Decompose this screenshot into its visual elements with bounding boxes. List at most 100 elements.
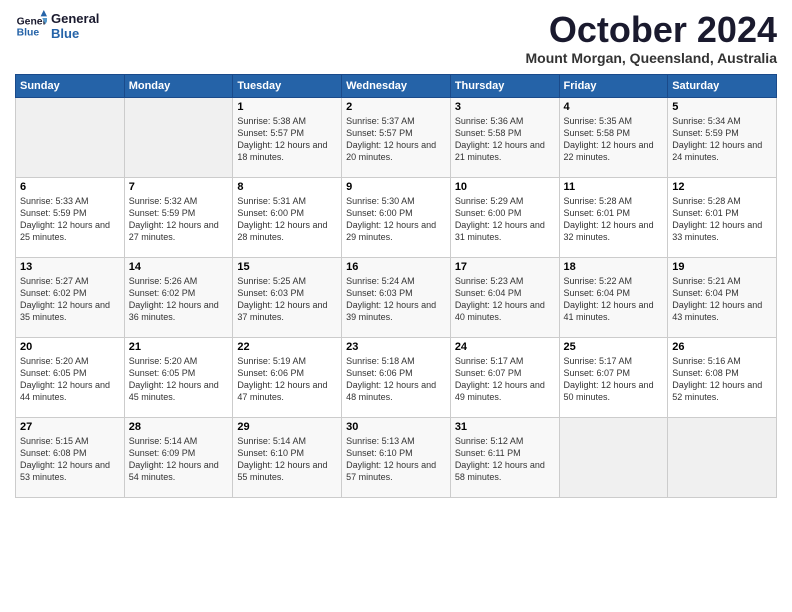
calendar-header-row: SundayMondayTuesdayWednesdayThursdayFrid… xyxy=(16,74,777,97)
day-info: Sunrise: 5:33 AMSunset: 5:59 PMDaylight:… xyxy=(20,195,120,244)
calendar-cell: 1 Sunrise: 5:38 AMSunset: 5:57 PMDaylight… xyxy=(233,97,342,177)
calendar-cell: 28 Sunrise: 5:14 AMSunset: 6:09 PMDayligh… xyxy=(124,417,233,497)
week-row-4: 20Sunrise: 5:20 AMSunset: 6:05 PMDayligh… xyxy=(16,337,777,417)
calendar-cell: 9 Sunrise: 5:30 AMSunset: 6:00 PMDaylight… xyxy=(342,177,451,257)
day-info: Sunrise: 5:17 AMSunset: 6:07 PMDaylight:… xyxy=(564,355,664,404)
calendar-cell: 12 Sunrise: 5:28 AMSunset: 6:01 PMDayligh… xyxy=(668,177,777,257)
day-info: Sunrise: 5:19 AMSunset: 6:06 PMDaylight:… xyxy=(237,355,337,404)
day-number: 25 xyxy=(564,341,664,353)
header-sunday: Sunday xyxy=(16,74,125,97)
logo-line1: General xyxy=(51,11,99,26)
day-number: 16 xyxy=(346,261,446,273)
day-info: Sunrise: 5:12 AMSunset: 6:11 PMDaylight:… xyxy=(455,435,555,484)
calendar-cell: 23 Sunrise: 5:18 AMSunset: 6:06 PMDayligh… xyxy=(342,337,451,417)
day-number: 23 xyxy=(346,341,446,353)
day-info: Sunrise: 5:38 AMSunset: 5:57 PMDaylight:… xyxy=(237,115,337,164)
calendar-body: 1 Sunrise: 5:38 AMSunset: 5:57 PMDaylight… xyxy=(16,97,777,497)
day-number: 31 xyxy=(455,421,555,433)
day-number: 18 xyxy=(564,261,664,273)
week-row-2: 6 Sunrise: 5:33 AMSunset: 5:59 PMDaylight… xyxy=(16,177,777,257)
day-number: 1 xyxy=(237,101,337,113)
day-number: 2 xyxy=(346,101,446,113)
calendar-cell: 19Sunrise: 5:21 AMSunset: 6:04 PMDayligh… xyxy=(668,257,777,337)
calendar-cell xyxy=(124,97,233,177)
day-number: 29 xyxy=(237,421,337,433)
day-info: Sunrise: 5:14 AMSunset: 6:09 PMDaylight:… xyxy=(129,435,229,484)
day-number: 27 xyxy=(20,421,120,433)
calendar-cell: 17 Sunrise: 5:23 AMSunset: 6:04 PMDayligh… xyxy=(450,257,559,337)
day-info: Sunrise: 5:27 AMSunset: 6:02 PMDaylight:… xyxy=(20,275,120,324)
header-monday: Monday xyxy=(124,74,233,97)
header-tuesday: Tuesday xyxy=(233,74,342,97)
calendar-cell: 26Sunrise: 5:16 AMSunset: 6:08 PMDayligh… xyxy=(668,337,777,417)
month-title: October 2024 xyxy=(525,10,777,50)
calendar-cell: 3 Sunrise: 5:36 AMSunset: 5:58 PMDaylight… xyxy=(450,97,559,177)
calendar-cell: 2 Sunrise: 5:37 AMSunset: 5:57 PMDaylight… xyxy=(342,97,451,177)
logo-line2: Blue xyxy=(51,26,99,41)
day-info: Sunrise: 5:30 AMSunset: 6:00 PMDaylight:… xyxy=(346,195,446,244)
calendar-cell: 5Sunrise: 5:34 AMSunset: 5:59 PMDaylight… xyxy=(668,97,777,177)
day-info: Sunrise: 5:23 AMSunset: 6:04 PMDaylight:… xyxy=(455,275,555,324)
calendar-cell: 24Sunrise: 5:17 AMSunset: 6:07 PMDayligh… xyxy=(450,337,559,417)
calendar-cell: 4 Sunrise: 5:35 AMSunset: 5:58 PMDaylight… xyxy=(559,97,668,177)
day-number: 13 xyxy=(20,261,120,273)
calendar-cell: 18 Sunrise: 5:22 AMSunset: 6:04 PMDayligh… xyxy=(559,257,668,337)
calendar-cell: 14Sunrise: 5:26 AMSunset: 6:02 PMDayligh… xyxy=(124,257,233,337)
calendar-cell: 10 Sunrise: 5:29 AMSunset: 6:00 PMDayligh… xyxy=(450,177,559,257)
page-header: General Blue General Blue October 2024 M… xyxy=(15,10,777,66)
day-number: 10 xyxy=(455,181,555,193)
day-info: Sunrise: 5:37 AMSunset: 5:57 PMDaylight:… xyxy=(346,115,446,164)
week-row-1: 1 Sunrise: 5:38 AMSunset: 5:57 PMDaylight… xyxy=(16,97,777,177)
day-number: 9 xyxy=(346,181,446,193)
location: Mount Morgan, Queensland, Australia xyxy=(525,50,777,66)
calendar-cell xyxy=(668,417,777,497)
calendar-cell xyxy=(16,97,125,177)
calendar-cell: 13 Sunrise: 5:27 AMSunset: 6:02 PMDayligh… xyxy=(16,257,125,337)
day-info: Sunrise: 5:32 AMSunset: 5:59 PMDaylight:… xyxy=(129,195,229,244)
calendar-cell xyxy=(559,417,668,497)
day-number: 3 xyxy=(455,101,555,113)
day-info: Sunrise: 5:28 AMSunset: 6:01 PMDaylight:… xyxy=(564,195,664,244)
header-friday: Friday xyxy=(559,74,668,97)
logo: General Blue General Blue xyxy=(15,10,99,42)
day-info: Sunrise: 5:21 AMSunset: 6:04 PMDaylight:… xyxy=(672,275,772,324)
calendar-table: SundayMondayTuesdayWednesdayThursdayFrid… xyxy=(15,74,777,498)
day-number: 12 xyxy=(672,181,772,193)
calendar-cell: 8Sunrise: 5:31 AMSunset: 6:00 PMDaylight… xyxy=(233,177,342,257)
day-info: Sunrise: 5:13 AMSunset: 6:10 PMDaylight:… xyxy=(346,435,446,484)
calendar-cell: 11Sunrise: 5:28 AMSunset: 6:01 PMDayligh… xyxy=(559,177,668,257)
header-saturday: Saturday xyxy=(668,74,777,97)
day-number: 4 xyxy=(564,101,664,113)
day-info: Sunrise: 5:20 AMSunset: 6:05 PMDaylight:… xyxy=(129,355,229,404)
logo-icon: General Blue xyxy=(15,10,47,42)
header-thursday: Thursday xyxy=(450,74,559,97)
day-info: Sunrise: 5:22 AMSunset: 6:04 PMDaylight:… xyxy=(564,275,664,324)
day-number: 17 xyxy=(455,261,555,273)
day-info: Sunrise: 5:26 AMSunset: 6:02 PMDaylight:… xyxy=(129,275,229,324)
day-info: Sunrise: 5:28 AMSunset: 6:01 PMDaylight:… xyxy=(672,195,772,244)
day-info: Sunrise: 5:17 AMSunset: 6:07 PMDaylight:… xyxy=(455,355,555,404)
day-info: Sunrise: 5:25 AMSunset: 6:03 PMDaylight:… xyxy=(237,275,337,324)
week-row-5: 27Sunrise: 5:15 AMSunset: 6:08 PMDayligh… xyxy=(16,417,777,497)
week-row-3: 13 Sunrise: 5:27 AMSunset: 6:02 PMDayligh… xyxy=(16,257,777,337)
calendar-cell: 7Sunrise: 5:32 AMSunset: 5:59 PMDaylight… xyxy=(124,177,233,257)
day-info: Sunrise: 5:20 AMSunset: 6:05 PMDaylight:… xyxy=(20,355,120,404)
calendar-cell: 25 Sunrise: 5:17 AMSunset: 6:07 PMDayligh… xyxy=(559,337,668,417)
day-info: Sunrise: 5:18 AMSunset: 6:06 PMDaylight:… xyxy=(346,355,446,404)
day-number: 26 xyxy=(672,341,772,353)
day-number: 28 xyxy=(129,421,229,433)
day-info: Sunrise: 5:36 AMSunset: 5:58 PMDaylight:… xyxy=(455,115,555,164)
day-number: 15 xyxy=(237,261,337,273)
calendar-cell: 21 Sunrise: 5:20 AMSunset: 6:05 PMDayligh… xyxy=(124,337,233,417)
day-info: Sunrise: 5:35 AMSunset: 5:58 PMDaylight:… xyxy=(564,115,664,164)
svg-text:Blue: Blue xyxy=(17,28,40,39)
calendar-cell: 31 Sunrise: 5:12 AMSunset: 6:11 PMDayligh… xyxy=(450,417,559,497)
day-info: Sunrise: 5:29 AMSunset: 6:00 PMDaylight:… xyxy=(455,195,555,244)
day-number: 22 xyxy=(237,341,337,353)
header-wednesday: Wednesday xyxy=(342,74,451,97)
day-info: Sunrise: 5:14 AMSunset: 6:10 PMDaylight:… xyxy=(237,435,337,484)
calendar-cell: 16 Sunrise: 5:24 AMSunset: 6:03 PMDayligh… xyxy=(342,257,451,337)
day-info: Sunrise: 5:24 AMSunset: 6:03 PMDaylight:… xyxy=(346,275,446,324)
day-number: 6 xyxy=(20,181,120,193)
day-number: 21 xyxy=(129,341,229,353)
